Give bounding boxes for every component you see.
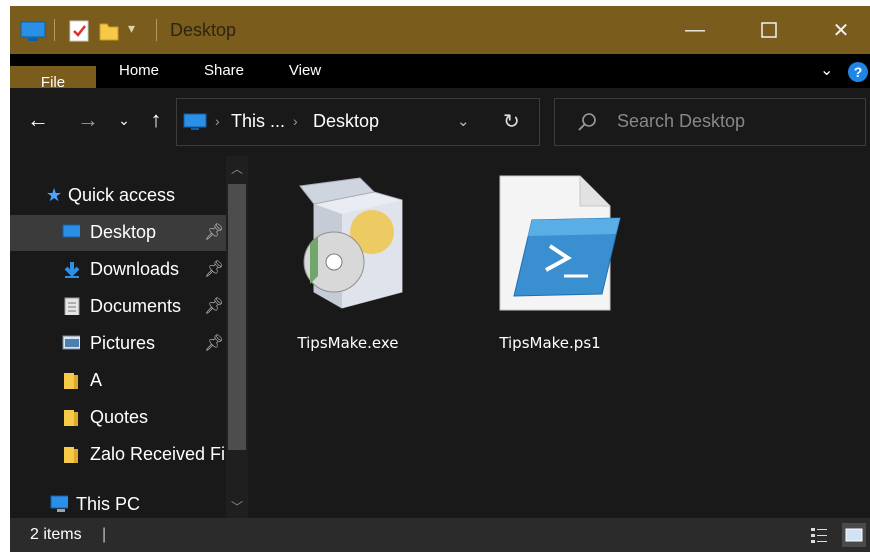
- tab-view[interactable]: View: [280, 54, 330, 88]
- nav-item-label: Documents: [90, 296, 182, 316]
- pin-icon: 📌︎: [204, 224, 225, 241]
- nav-item-desktop[interactable]: Desktop 📌︎: [10, 215, 226, 251]
- customize-quick-access-icon[interactable]: ▾: [128, 20, 135, 37]
- address-bar[interactable]: › This ... › Desktop ⌄ ↻: [176, 98, 540, 146]
- search-box[interactable]: Search Desktop: [554, 98, 866, 146]
- large-icons-view-button[interactable]: [842, 523, 866, 547]
- folder-icon: [64, 373, 78, 389]
- nav-item-pictures[interactable]: Pictures 📌︎: [10, 326, 226, 362]
- nav-item-label: A: [90, 370, 103, 390]
- expand-ribbon-icon[interactable]: ⌄: [820, 60, 833, 80]
- forward-arrow-icon: →: [77, 107, 99, 132]
- nav-item-label: Zalo Received Fi: [90, 444, 226, 464]
- pin-icon: 📌︎: [204, 261, 225, 278]
- nav-item-downloads[interactable]: Downloads 📌︎: [10, 252, 226, 288]
- item-count: 2 items: [30, 526, 82, 543]
- navigation-bar: ← → ⌄ ↑ › This ... › Desktop ⌄ ↻ Search …: [10, 88, 870, 156]
- chevron-down-icon: ⌄: [118, 112, 130, 128]
- title-separator: [156, 19, 157, 41]
- nav-item-a[interactable]: A: [10, 363, 226, 399]
- folder-icon: [64, 410, 78, 426]
- nav-quick-access[interactable]: ★ Quick access: [10, 178, 226, 214]
- explorer-window: ▾ Desktop — ✕ File Home Share View ⌄ ? ←…: [10, 6, 870, 552]
- search-placeholder: Search Desktop: [617, 111, 746, 131]
- close-button[interactable]: ✕: [806, 6, 870, 54]
- nav-item-label: Pictures: [90, 333, 156, 353]
- star-icon: ★: [46, 185, 63, 205]
- pictures-icon: [62, 335, 80, 350]
- refresh-icon[interactable]: ↻: [503, 109, 520, 134]
- tab-home[interactable]: Home: [110, 54, 168, 88]
- ribbon-tabs: File Home Share View ⌄ ?: [10, 54, 870, 246]
- nav-this-pc-label: This PC: [76, 494, 141, 514]
- pin-icon: 📌︎: [204, 335, 225, 352]
- file-item[interactable]: TipsMake.ps1: [470, 168, 630, 352]
- nav-item-quotes[interactable]: Quotes: [10, 400, 226, 436]
- desktop-icon: [20, 21, 46, 41]
- nav-scrollbar-thumb[interactable]: [228, 184, 246, 450]
- file-name: TipsMake.exe: [297, 334, 399, 352]
- nav-item-label: Downloads: [90, 259, 180, 279]
- minimize-icon: —: [685, 18, 705, 41]
- nav-item-documents[interactable]: Documents 📌︎: [10, 289, 226, 325]
- file-list: TipsMake.exe TipsMake.ps1: [254, 156, 870, 518]
- tab-share[interactable]: Share: [196, 54, 252, 88]
- minimize-button[interactable]: —: [660, 6, 730, 54]
- nav-this-pc[interactable]: This PC: [10, 487, 226, 518]
- window-title: Desktop: [170, 20, 237, 40]
- breadcrumb-separator-icon: ›: [293, 113, 298, 129]
- pin-icon: 📌︎: [204, 298, 225, 315]
- new-folder-icon[interactable]: [98, 20, 120, 44]
- scroll-down-icon[interactable]: ﹀: [226, 498, 248, 515]
- properties-icon[interactable]: [68, 20, 90, 44]
- file-item[interactable]: TipsMake.exe: [268, 168, 428, 352]
- download-icon: [64, 262, 80, 278]
- folder-icon: [64, 447, 78, 463]
- nav-item-zalo[interactable]: Zalo Received Fi: [10, 437, 226, 473]
- nav-item-label: Desktop: [90, 222, 157, 242]
- desktop-icon: [62, 224, 80, 238]
- status-bar: 2 items |: [10, 518, 870, 552]
- back-button[interactable]: ←: [24, 106, 52, 134]
- file-name: TipsMake.ps1: [499, 334, 601, 352]
- status-separator: |: [102, 526, 107, 543]
- breadcrumb-desktop[interactable]: Desktop: [313, 111, 379, 132]
- installer-icon: [299, 177, 403, 309]
- desktop-icon: [183, 113, 207, 130]
- breadcrumb-this-pc[interactable]: This ...: [231, 111, 285, 132]
- details-view-icon[interactable]: [810, 526, 828, 544]
- large-icons-view-icon: [845, 528, 863, 542]
- documents-icon: [64, 297, 80, 315]
- address-dropdown-icon[interactable]: ⌄: [457, 112, 470, 130]
- navigation-pane: ★ Quick access Desktop 📌︎ Downloads 📌︎ D…: [10, 156, 248, 518]
- help-icon[interactable]: ?: [848, 62, 868, 82]
- recent-locations-button[interactable]: ⌄: [110, 106, 138, 134]
- maximize-icon: [761, 22, 777, 38]
- up-arrow-icon: ↑: [150, 107, 162, 132]
- breadcrumb-separator-icon: ›: [215, 113, 220, 129]
- title-bar: ▾ Desktop — ✕: [10, 6, 870, 54]
- close-icon: ✕: [832, 19, 850, 42]
- search-icon: [578, 113, 596, 131]
- title-separator: [54, 19, 55, 41]
- up-button[interactable]: ↑: [142, 106, 170, 134]
- powershell-script-icon: [499, 175, 621, 311]
- back-arrow-icon: ←: [27, 107, 49, 132]
- computer-icon: [50, 495, 68, 512]
- nav-item-label: Quotes: [90, 407, 149, 427]
- scroll-up-icon[interactable]: ︿: [226, 160, 248, 177]
- maximize-button[interactable]: [734, 6, 804, 54]
- forward-button[interactable]: →: [74, 106, 102, 134]
- nav-quick-access-label: Quick access: [68, 185, 176, 205]
